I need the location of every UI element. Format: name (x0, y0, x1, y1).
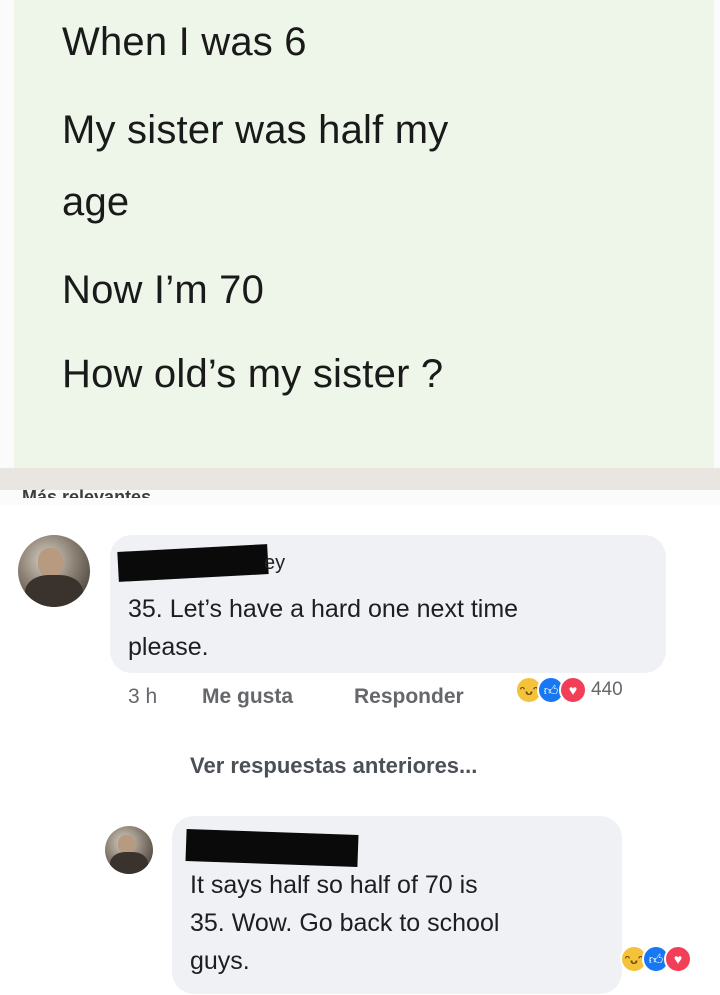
comment-1-timestamp[interactable]: 3 h (128, 685, 157, 709)
comment-1-like-button[interactable]: Me gusta (202, 685, 293, 709)
comment-2-text-line-1: It says half so half of 70 is (190, 871, 478, 899)
comment-1-reactions[interactable]: ᵔᴗᵔ 👍︎ ♥ 440 (515, 676, 623, 704)
comment-1-reaction-count: 440 (591, 679, 623, 700)
view-previous-replies-link[interactable]: Ver respuestas anteriores... (190, 753, 477, 779)
post-line-5: How old’s my sister ? (62, 352, 444, 396)
love-reaction-icon: ♥ (559, 676, 587, 704)
comment-2-text-line-3: guys. (190, 947, 250, 975)
comment-1-text: 35. Let’s have a hard one next time plea… (128, 590, 518, 666)
commenter-1-avatar[interactable] (18, 535, 90, 607)
comment-1-text-line-2: please. (128, 633, 209, 661)
commenter-2-avatar[interactable] (105, 826, 153, 874)
comment-2-text: It says half so half of 70 is 35. Wow. G… (190, 866, 499, 980)
comment-1-reply-button[interactable]: Responder (354, 685, 464, 709)
post-line-4: Now I’m 70 (62, 268, 265, 312)
avatar-body (109, 852, 149, 874)
post-line-1: When I was 6 (62, 20, 307, 64)
comment-1-text-line-1: 35. Let’s have a hard one next time (128, 595, 519, 623)
comment-2-reactions[interactable]: ᵔᴗᵔ 👍︎ ♥ (620, 945, 692, 973)
comment-2-text-line-2: 35. Wow. Go back to school (190, 909, 500, 937)
post-line-3: age (62, 180, 130, 224)
commenter-1-name-fragment[interactable]: ey (264, 552, 285, 575)
avatar-body (25, 574, 83, 607)
post-panel: When I was 6 My sister was half my age N… (14, 0, 714, 470)
post-line-2: My sister was half my (62, 108, 449, 152)
redacted-name-2 (185, 829, 359, 867)
love-reaction-icon: ♥ (664, 945, 692, 973)
avatar-face (118, 834, 135, 854)
avatar-face (38, 547, 63, 577)
most-relevant-filter[interactable]: Más relevantes (22, 478, 151, 498)
